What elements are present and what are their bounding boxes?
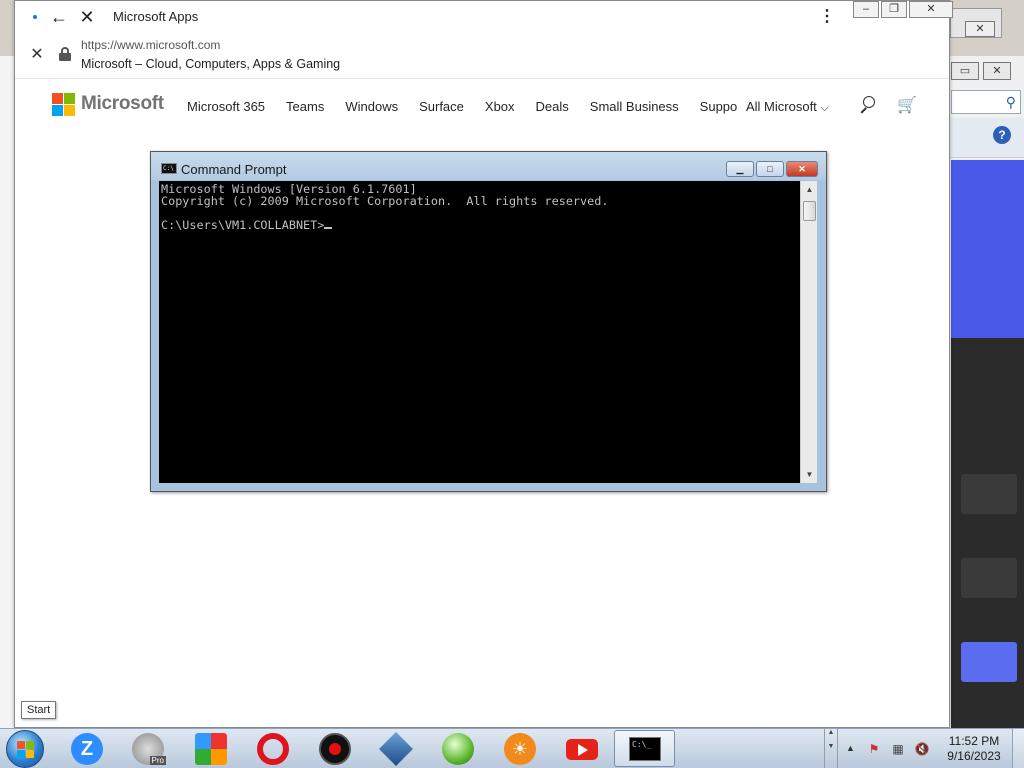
clock-time: 11:52 PM [948,734,1000,748]
nav-link-deals[interactable]: Deals [536,99,569,114]
scroll-up-icon[interactable]: ▲ [801,181,818,198]
sunrise-app-icon[interactable]: ☀ [504,733,536,765]
more-menu-icon[interactable]: ⋮ [819,7,835,27]
clock-date: 9/16/2023 [947,749,1001,763]
windows-media-icon[interactable] [442,733,474,765]
cmd-caption-buttons: ▁ □ ✕ [726,161,818,177]
google-earth-pro-icon[interactable]: Pro [132,733,166,765]
tab-title: Microsoft Apps [113,9,199,24]
pro-badge: Pro [149,756,166,765]
background-banner [951,160,1024,338]
action-center-warning-icon[interactable]: ⚑ [866,741,882,757]
back-arrow-icon[interactable]: ← [49,7,69,27]
show-desktop-button[interactable] [1012,729,1024,768]
virtualbox-icon[interactable] [379,732,413,766]
chevron-down-icon: ⌵ [820,102,829,114]
nav-links: Microsoft 365 Teams Windows Surface Xbox… [187,99,758,114]
scroll-thumb[interactable] [803,201,816,221]
nav-link-windows[interactable]: Windows [345,99,398,114]
system-clock[interactable]: 11:52 PM 9/16/2023 [941,734,1007,764]
window-caption-buttons: – ❐ ✕ [853,1,953,19]
network-icon[interactable]: ▦ [890,741,906,757]
console-icon: C:\ [161,163,177,174]
background-window-top: ✕ [950,8,1002,38]
browser-titlebar: ← ✕ Microsoft Apps ⋮ – ❐ ✕ [15,1,953,33]
background-close-icon[interactable]: ✕ [983,62,1011,80]
lock-icon[interactable] [59,47,71,61]
page-title: Microsoft – Cloud, Computers, Apps & Gam… [81,57,341,71]
search-icon: ⚲ [1005,94,1016,110]
nav-link-teams[interactable]: Teams [286,99,324,114]
url-text[interactable]: https://www.microsoft.com [81,38,220,52]
all-microsoft-label: All Microsoft [746,99,817,114]
text-cursor [324,227,333,229]
close-url-icon[interactable]: ✕ [29,46,45,64]
cart-icon[interactable]: 🛒 [897,95,917,115]
background-restore-icon[interactable]: ▭ [951,62,979,80]
console-output[interactable]: Microsoft Windows [Version 6.1.7601] Cop… [159,181,800,483]
brand-name[interactable]: Microsoft [81,93,164,115]
screen-recorder-icon[interactable] [319,733,351,765]
nav-link-support[interactable]: Suppo [700,99,738,114]
background-tile[interactable] [961,642,1017,682]
background-dark-panel [951,338,1024,728]
zoom-app-icon[interactable]: Z [71,733,103,765]
opera-browser-icon[interactable] [257,733,289,765]
taskbar-command-prompt[interactable]: C:\_ [614,730,675,767]
close-icon[interactable]: ✕ [786,161,818,177]
start-button[interactable] [6,730,44,768]
volume-muted-icon[interactable]: 🔇 [914,741,930,757]
close-icon[interactable]: ✕ [909,1,953,18]
nav-link-surface[interactable]: Surface [419,99,464,114]
vertical-scrollbar[interactable]: ▲ ▼ [800,181,817,483]
command-prompt-window: C:\ Command Prompt ▁ □ ✕ Microsoft Windo… [150,151,827,492]
search-icon[interactable] [859,96,877,114]
background-tile[interactable] [961,474,1017,514]
background-window-right: ▭ ✕ ⚲ ? [948,56,1024,728]
start-tooltip: Start [21,701,57,719]
loading-indicator-icon [33,15,37,19]
nav-link-small-business[interactable]: Small Business [590,99,679,114]
window-title: Command Prompt [181,162,287,177]
nav-link-microsoft-365[interactable]: Microsoft 365 [187,99,265,114]
nav-link-xbox[interactable]: Xbox [485,99,515,114]
restore-icon[interactable]: ❐ [881,1,907,18]
taskbar-scroll-control[interactable]: ▲ ▼ [824,729,838,768]
background-toolbar: ? [949,118,1024,158]
avg-antivirus-icon[interactable] [195,733,227,765]
all-microsoft-menu[interactable]: All Microsoft ⌵ [746,99,829,115]
background-search-field[interactable]: ⚲ [951,90,1021,114]
microsoft-logo-icon[interactable] [52,93,75,116]
show-hidden-icons-icon[interactable]: ▲ [846,743,855,753]
taskbar: Z Pro ☀ C:\_ ▲ ▼ ▲ ⚑ ▦ 🔇 11:52 PM 9/16/20… [0,728,1024,768]
maximize-icon[interactable]: □ [756,161,784,177]
youtube-icon[interactable] [566,739,598,760]
minimize-icon[interactable]: – [853,1,879,18]
background-close-icon[interactable]: ✕ [965,21,995,37]
help-icon[interactable]: ? [993,126,1011,144]
command-prompt-titlebar[interactable]: C:\ Command Prompt ▁ □ ✕ [151,152,826,180]
console-prompt: C:\Users\VM1.COLLABNET> [161,218,325,232]
stop-loading-icon[interactable]: ✕ [77,7,97,27]
minimize-icon[interactable]: ▁ [726,161,754,177]
scroll-down-icon[interactable]: ▼ [801,466,818,483]
console-icon: C:\_ [629,737,661,761]
address-bar[interactable]: ✕ https://www.microsoft.com Microsoft – … [15,33,949,79]
background-tile[interactable] [961,558,1017,598]
windows-logo-icon [17,741,35,759]
microsoft-nav: Microsoft Microsoft 365 Teams Windows Su… [15,79,949,135]
console-line: Copyright (c) 2009 Microsoft Corporation… [161,194,609,208]
